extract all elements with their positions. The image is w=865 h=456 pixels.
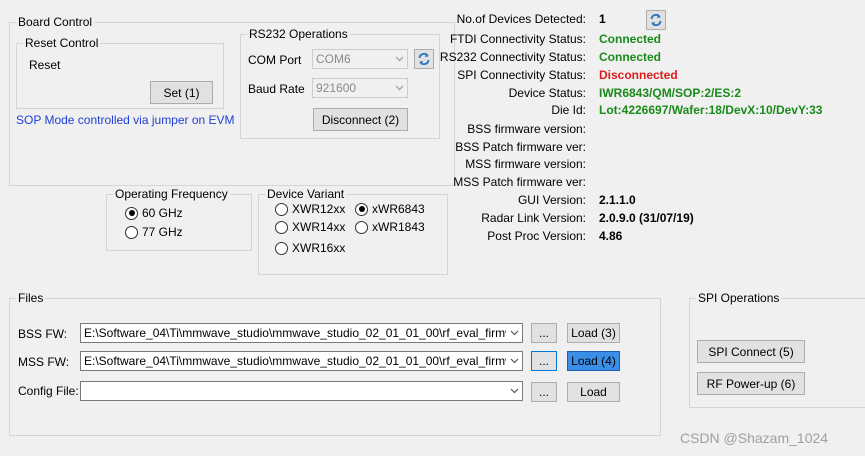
radio-indicator [275, 220, 288, 234]
radio-xwr16xx[interactable]: XWR16xx [275, 241, 345, 255]
status-label: Radar Link Version: [481, 211, 586, 225]
mss-fw-load-button[interactable]: Load (4) [567, 351, 620, 371]
status-value: IWR6843/QM/SOP:2/ES:2 [599, 86, 742, 100]
chevron-down-icon [506, 324, 522, 342]
status-label: MSS firmware version: [465, 157, 586, 171]
status-label: RS232 Connectivity Status: [439, 50, 586, 64]
status-value: Lot:4226697/Wafer:18/DevX:10/DevY:33 [599, 103, 823, 117]
status-value: Disconnected [599, 68, 678, 82]
mss-fw-label: MSS FW: [18, 355, 70, 369]
status-label: GUI Version: [517, 193, 586, 207]
bss-fw-label: BSS FW: [18, 327, 68, 341]
radio-indicator [125, 225, 138, 239]
baud-rate-label: Baud Rate [248, 82, 305, 96]
reset-label: Reset [29, 58, 61, 72]
status-label: No.of Devices Detected: [456, 12, 586, 26]
chevron-down-icon [506, 382, 522, 400]
radio-indicator [275, 202, 288, 216]
status-label: BSS Patch firmware ver: [455, 140, 586, 154]
radio-indicator [125, 206, 138, 220]
radio-xwr1843[interactable]: xWR1843 [355, 220, 425, 234]
watermark-text: CSDN @Shazam_1024 [680, 430, 829, 446]
operating-frequency-group: Operating Frequency [106, 187, 252, 251]
disconnect-button[interactable]: Disconnect (2) [313, 108, 408, 131]
bss-fw-path-select[interactable]: E:\Software_04\Ti\mmwave_studio\mmwave_s… [80, 323, 523, 343]
status-label: Post Proc Version: [487, 229, 586, 243]
chevron-down-icon [391, 79, 407, 97]
radio-xwr12xx[interactable]: XWR12xx [275, 202, 345, 216]
config-file-load-button[interactable]: Load [567, 382, 620, 402]
chevron-down-icon [506, 352, 522, 370]
status-value: 2.0.9.0 (31/07/19) [599, 211, 694, 225]
radio-60ghz[interactable]: 60 GHz [125, 206, 183, 220]
status-value: 2.1.1.0 [599, 193, 636, 207]
rs232-operations-title: RS232 Operations [247, 27, 350, 41]
status-label: BSS firmware version: [467, 122, 586, 136]
status-value: Connected [599, 32, 662, 46]
radio-xwr6843[interactable]: xWR6843 [355, 202, 425, 216]
reset-control-title: Reset Control [23, 36, 101, 50]
board-control-title: Board Control [16, 15, 95, 29]
mss-fw-browse-button[interactable]: ... [531, 351, 557, 371]
status-value: 1 [599, 12, 606, 26]
radio-xwr14xx[interactable]: XWR14xx [275, 220, 345, 234]
com-port-refresh-button[interactable] [414, 49, 434, 69]
spi-connect-button[interactable]: SPI Connect (5) [697, 340, 805, 363]
spi-operations-title: SPI Operations [696, 291, 782, 305]
refresh-icon [650, 13, 662, 27]
config-file-browse-button[interactable]: ... [531, 382, 557, 402]
status-label: FTDI Connectivity Status: [449, 32, 586, 46]
status-label: SPI Connectivity Status: [457, 68, 586, 82]
status-value: 4.86 [599, 229, 623, 243]
devices-refresh-button[interactable] [646, 10, 666, 30]
status-value: Connected [599, 50, 662, 64]
radio-indicator [355, 202, 368, 216]
com-port-label: COM Port [248, 53, 302, 67]
radio-indicator [275, 241, 288, 255]
config-file-label: Config File: [18, 384, 79, 398]
com-port-select[interactable]: COM6 [312, 49, 408, 69]
baud-rate-select[interactable]: 921600 [312, 78, 408, 98]
device-variant-title: Device Variant [265, 187, 347, 201]
chevron-down-icon [391, 50, 407, 68]
status-label: MSS Patch firmware ver: [453, 175, 586, 189]
rf-power-up-button[interactable]: RF Power-up (6) [697, 372, 805, 395]
status-label: Die Id: [551, 103, 586, 117]
files-title: Files [16, 291, 46, 305]
bss-fw-browse-button[interactable]: ... [531, 323, 557, 343]
radio-77ghz[interactable]: 77 GHz [125, 225, 183, 239]
sop-mode-note: SOP Mode controlled via jumper on EVM [16, 113, 235, 127]
operating-frequency-title: Operating Frequency [113, 187, 230, 201]
refresh-icon [418, 52, 430, 66]
mss-fw-path-select[interactable]: E:\Software_04\Ti\mmwave_studio\mmwave_s… [80, 351, 523, 371]
config-file-path-select[interactable] [80, 381, 523, 401]
set-button[interactable]: Set (1) [150, 81, 213, 104]
radio-indicator [355, 220, 368, 234]
bss-fw-load-button[interactable]: Load (3) [567, 323, 620, 343]
status-label: Device Status: [508, 86, 586, 100]
